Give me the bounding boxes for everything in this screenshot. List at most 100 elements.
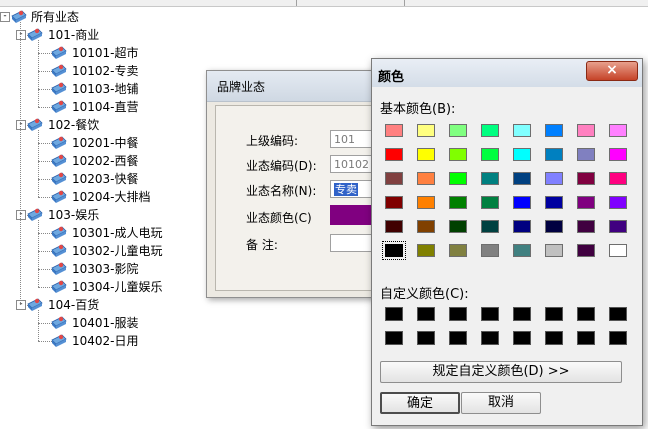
- basic-color-swatch[interactable]: [545, 148, 563, 161]
- custom-colors-label: 自定义颜色(C):: [380, 287, 469, 302]
- basic-color-swatch[interactable]: [449, 244, 467, 257]
- tree-item-label[interactable]: 10201-中餐: [72, 134, 139, 151]
- tree-item-label[interactable]: 10103-地铺: [72, 80, 139, 97]
- basic-color-swatch[interactable]: [609, 196, 627, 209]
- tree-root-label[interactable]: 所有业态: [31, 8, 79, 25]
- tree-item-label[interactable]: 10302-儿童电玩: [72, 242, 163, 259]
- basic-color-swatch[interactable]: [449, 196, 467, 209]
- tree-connector: [38, 130, 39, 197]
- tree-item-label[interactable]: 10204-大排档: [72, 188, 151, 205]
- basic-color-swatch[interactable]: [449, 172, 467, 185]
- basic-color-swatch[interactable]: [385, 220, 403, 233]
- basic-color-swatch[interactable]: [513, 124, 531, 137]
- basic-color-swatch[interactable]: [577, 124, 595, 137]
- basic-color-swatch[interactable]: [545, 124, 563, 137]
- basic-color-swatch[interactable]: [609, 244, 627, 257]
- group-expander[interactable]: -: [16, 210, 26, 220]
- basic-color-swatch[interactable]: [513, 148, 531, 161]
- tree-item-label[interactable]: 10101-超市: [72, 44, 139, 61]
- tree-folder-icon: [26, 207, 44, 223]
- define-custom-colors-button[interactable]: 规定自定义颜色(D) >>: [380, 361, 622, 383]
- basic-color-swatch[interactable]: [417, 244, 435, 257]
- custom-color-swatch[interactable]: [609, 307, 627, 321]
- custom-color-swatch[interactable]: [513, 331, 531, 345]
- tree-group-label[interactable]: 103-娱乐: [48, 206, 99, 223]
- basic-color-swatch[interactable]: [545, 220, 563, 233]
- basic-color-swatch[interactable]: [417, 220, 435, 233]
- custom-color-swatch[interactable]: [545, 307, 563, 321]
- basic-color-swatch[interactable]: [609, 148, 627, 161]
- basic-color-swatch[interactable]: [449, 220, 467, 233]
- custom-color-swatch[interactable]: [385, 307, 403, 321]
- basic-color-swatch[interactable]: [513, 220, 531, 233]
- basic-color-swatch[interactable]: [449, 148, 467, 161]
- tree-item-label[interactable]: 10102-专卖: [72, 62, 139, 79]
- group-expander[interactable]: -: [16, 300, 26, 310]
- custom-color-swatch[interactable]: [577, 307, 595, 321]
- basic-color-swatch[interactable]: [577, 220, 595, 233]
- basic-color-swatch[interactable]: [609, 220, 627, 233]
- basic-color-swatch[interactable]: [481, 172, 499, 185]
- basic-color-swatch[interactable]: [577, 196, 595, 209]
- basic-color-swatch[interactable]: [382, 241, 406, 260]
- basic-color-swatch[interactable]: [417, 172, 435, 185]
- cancel-button[interactable]: 取消: [461, 392, 541, 414]
- ok-button[interactable]: 确定: [380, 392, 460, 414]
- custom-color-swatch[interactable]: [545, 331, 563, 345]
- tree-connector: [38, 310, 39, 341]
- tree-item-label[interactable]: 10104-直营: [72, 98, 139, 115]
- basic-color-swatch[interactable]: [385, 124, 403, 137]
- basic-color-swatch[interactable]: [449, 124, 467, 137]
- basic-color-swatch[interactable]: [385, 148, 403, 161]
- root-expander[interactable]: -: [0, 12, 10, 22]
- group-expander[interactable]: -: [16, 120, 26, 130]
- custom-color-swatch[interactable]: [481, 307, 499, 321]
- custom-color-swatch[interactable]: [449, 307, 467, 321]
- basic-color-swatch[interactable]: [417, 124, 435, 137]
- custom-color-swatch[interactable]: [513, 307, 531, 321]
- basic-color-swatch[interactable]: [513, 196, 531, 209]
- basic-color-swatch[interactable]: [417, 196, 435, 209]
- custom-color-swatch[interactable]: [449, 331, 467, 345]
- basic-color-swatch[interactable]: [417, 148, 435, 161]
- basic-color-swatch[interactable]: [481, 124, 499, 137]
- basic-color-swatch[interactable]: [385, 172, 403, 185]
- basic-color-swatch[interactable]: [481, 220, 499, 233]
- tree-item-label[interactable]: 10303-影院: [72, 260, 139, 277]
- tree-item-label[interactable]: 10301-成人电玩: [72, 224, 163, 241]
- tree-item-label[interactable]: 10402-日用: [72, 332, 139, 349]
- code-label: 业态编码(D):: [246, 159, 317, 173]
- basic-color-swatch[interactable]: [481, 196, 499, 209]
- group-expander[interactable]: -: [16, 30, 26, 40]
- basic-color-swatch[interactable]: [513, 244, 531, 257]
- basic-color-swatch[interactable]: [545, 172, 563, 185]
- basic-color-swatch[interactable]: [481, 148, 499, 161]
- custom-color-swatch[interactable]: [385, 331, 403, 345]
- tree-item-label[interactable]: 10203-快餐: [72, 170, 139, 187]
- color-dialog-title-bar[interactable]: 颜色 ×: [372, 59, 642, 87]
- tree-item-label[interactable]: 10401-服装: [72, 314, 139, 331]
- basic-color-swatch[interactable]: [385, 196, 403, 209]
- tree-item-label[interactable]: 10202-西餐: [72, 152, 139, 169]
- basic-color-swatch[interactable]: [609, 172, 627, 185]
- tree-group-label[interactable]: 104-百货: [48, 296, 99, 313]
- basic-color-swatch[interactable]: [481, 244, 499, 257]
- tree-group-label[interactable]: 102-餐饮: [48, 116, 99, 133]
- tree-connector: [38, 220, 39, 287]
- basic-color-swatch[interactable]: [577, 148, 595, 161]
- basic-color-swatch[interactable]: [577, 172, 595, 185]
- custom-color-swatch[interactable]: [609, 331, 627, 345]
- basic-color-swatch[interactable]: [513, 172, 531, 185]
- custom-color-swatch[interactable]: [577, 331, 595, 345]
- custom-color-swatch[interactable]: [417, 307, 435, 321]
- close-button[interactable]: ×: [586, 61, 638, 81]
- basic-color-swatch[interactable]: [545, 244, 563, 257]
- tree-group-label[interactable]: 101-商业: [48, 26, 99, 43]
- basic-color-swatch[interactable]: [609, 124, 627, 137]
- basic-color-swatch[interactable]: [577, 244, 595, 257]
- basic-color-swatch[interactable]: [545, 196, 563, 209]
- custom-color-swatch[interactable]: [417, 331, 435, 345]
- business-type-tree[interactable]: - 所有业态 -101-商业 10101-超市 10102-专卖 10103-地铺 1010…: [0, 8, 210, 348]
- custom-color-swatch[interactable]: [481, 331, 499, 345]
- tree-item-label[interactable]: 10304-儿童娱乐: [72, 278, 163, 295]
